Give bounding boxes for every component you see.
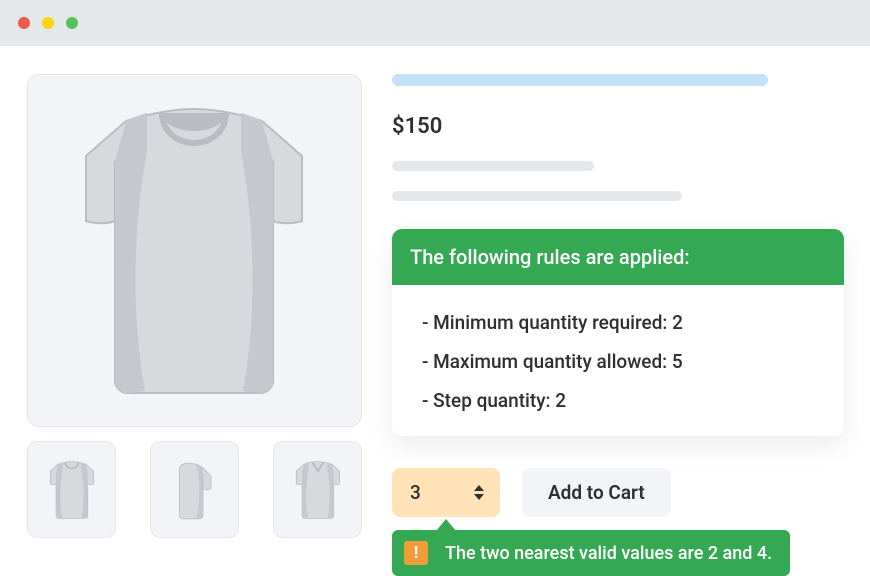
window-close-dot[interactable] <box>18 17 30 29</box>
tshirt-front-icon <box>47 460 97 520</box>
quantity-spinner-buttons <box>474 485 484 500</box>
description-line-1-placeholder <box>392 161 594 171</box>
thumbnail-row <box>27 441 362 538</box>
description-line-2-placeholder <box>392 191 682 201</box>
product-main-image[interactable] <box>27 74 362 427</box>
rule-min-quantity: - Minimum quantity required: 2 <box>422 313 814 332</box>
product-details: $150 The following rules are applied: - … <box>392 74 844 538</box>
product-page: $150 The following rules are applied: - … <box>0 46 870 538</box>
quantity-increment-icon[interactable] <box>474 485 484 491</box>
tshirt-side-icon <box>170 460 220 520</box>
product-title-placeholder <box>392 74 768 86</box>
window-minimize-dot[interactable] <box>42 17 54 29</box>
quantity-value: 3 <box>410 481 421 504</box>
add-to-cart-button[interactable]: Add to Cart <box>522 468 671 517</box>
rules-body: - Minimum quantity required: 2 - Maximum… <box>392 285 844 436</box>
product-thumbnail-3[interactable] <box>273 441 362 538</box>
rules-header: The following rules are applied: <box>392 229 844 285</box>
product-thumbnail-1[interactable] <box>27 441 116 538</box>
rule-max-quantity: - Maximum quantity allowed: 5 <box>422 352 814 371</box>
purchase-actions: 3 Add to Cart ! The two nearest valid va… <box>392 468 844 517</box>
warning-icon: ! <box>404 541 428 565</box>
window-titlebar <box>0 0 870 46</box>
tooltip-message: The two nearest valid values are 2 and 4… <box>445 543 772 564</box>
quantity-stepper[interactable]: 3 <box>392 468 500 517</box>
product-thumbnail-2[interactable] <box>150 441 239 538</box>
validation-tooltip: ! The two nearest valid values are 2 and… <box>392 530 790 576</box>
quantity-decrement-icon[interactable] <box>474 494 484 500</box>
quantity-rules-card: The following rules are applied: - Minim… <box>392 229 844 436</box>
rule-step-quantity: - Step quantity: 2 <box>422 391 814 410</box>
tshirt-vneck-icon <box>293 460 343 520</box>
product-price: $150 <box>392 114 844 139</box>
gallery-column <box>27 74 362 538</box>
tooltip-arrow-icon <box>436 519 456 531</box>
tshirt-icon <box>77 101 312 401</box>
window-zoom-dot[interactable] <box>66 17 78 29</box>
